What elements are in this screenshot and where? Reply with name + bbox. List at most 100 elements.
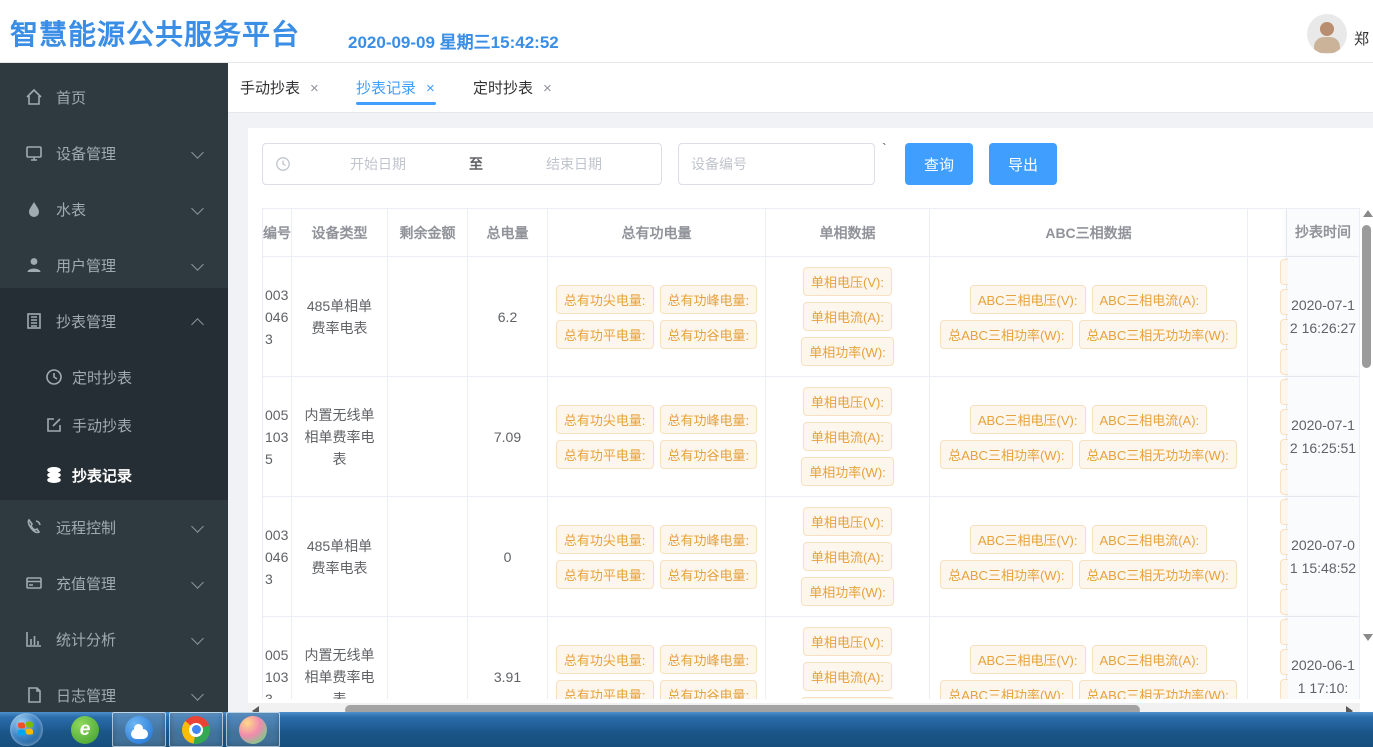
sidebar-item-label: 手动抄表 [72, 415, 132, 436]
export-button[interactable]: 导出 [989, 143, 1057, 185]
tag-single-current: 单相电流(A): [803, 302, 892, 331]
tag-abc-voltage: ABC三相电压(V): [970, 285, 1086, 314]
tag-abc-power: 总ABC三相功率(W): [940, 560, 1072, 589]
media-app-icon [239, 716, 267, 744]
sidebar-item-label: 抄表记录 [72, 465, 132, 486]
tag-abc-power: 总ABC三相功率(W): [940, 440, 1072, 469]
scroll-up-arrow-icon[interactable] [1363, 210, 1373, 217]
cell-balance [388, 377, 468, 496]
tag-abc-power: 总ABC三相功率(W): [940, 320, 1072, 349]
cell-read-time: 2020-06-11 17:10: [1289, 654, 1357, 700]
chevron-down-icon [191, 576, 204, 589]
sidebar-item-remote-control[interactable]: 远程控制 [0, 505, 228, 549]
taskbar-qq-browser[interactable] [112, 712, 166, 747]
col-header-balance: 剩余金额 [388, 209, 468, 256]
sidebar-item-meter-reading-mgmt[interactable]: 抄表管理 [0, 299, 228, 343]
hidden-column-tag-edges [1280, 257, 1288, 377]
sidebar-item-device-mgmt[interactable]: 设备管理 [0, 131, 228, 175]
header-datetime: 2020-09-09 星期三15:42:52 [348, 28, 559, 53]
tab-label: 抄表记录 [356, 80, 416, 97]
clock-icon [44, 367, 64, 387]
app-header: 智慧能源公共服务平台 2020-09-09 星期三15:42:52 郑 [0, 0, 1373, 63]
tag-energy-valley: 总有功谷电量: [660, 560, 758, 589]
sidebar-item-label: 首页 [56, 87, 86, 108]
user-name[interactable]: 郑 [1354, 28, 1373, 49]
table-row: 0051033 内置无线单相单费率电表 3.91 总有功尖电量: 总有功峰电量:… [262, 617, 1360, 699]
cell-device-id: 0030463 [263, 524, 291, 590]
meter-icon [24, 311, 44, 331]
tag-energy-peak: 总有功峰电量: [660, 405, 758, 434]
sidebar-item-label: 定时抄表 [72, 367, 132, 388]
taskbar-media-app[interactable] [226, 712, 280, 747]
sidebar-item-label: 统计分析 [56, 629, 116, 650]
tag-single-power: 单相功率(W): [801, 577, 894, 606]
tab-scheduled-reading[interactable]: 定时抄表 × [473, 77, 552, 98]
tab-manual-reading[interactable]: 手动抄表 × [240, 77, 319, 98]
start-date-input[interactable]: 开始日期 [291, 154, 465, 174]
tag-single-current: 单相电流(A): [803, 422, 892, 451]
end-date-input[interactable]: 结束日期 [487, 154, 661, 174]
tab-reading-records[interactable]: 抄表记录 × [356, 77, 435, 98]
sidebar-item-water-meter[interactable]: 水表 [0, 187, 228, 231]
tag-single-voltage: 单相电压(V): [803, 267, 892, 296]
tab-bar: 手动抄表 × 抄表记录 × 定时抄表 × [228, 62, 1373, 113]
tag-abc-power: 总ABC三相功率(W): [940, 680, 1072, 700]
card-icon [24, 573, 44, 593]
vertical-scrollbar[interactable] [1360, 208, 1373, 747]
sidebar-item-label: 设备管理 [56, 143, 116, 164]
database-icon [44, 465, 64, 485]
vertical-scrollbar-thumb[interactable] [1362, 225, 1371, 368]
windows-taskbar: e 15:42 2020-09-09 [0, 712, 1373, 747]
sidebar-item-scheduled-reading[interactable]: 定时抄表 [0, 355, 228, 399]
avatar-head [1320, 22, 1334, 36]
cell-total-energy: 0 [468, 497, 548, 616]
cell-device-type: 485单相单费率电表 [292, 497, 388, 616]
hidden-column-tag-edges [1280, 617, 1288, 699]
device-number-input[interactable] [678, 143, 875, 185]
sidebar-item-user-mgmt[interactable]: 用户管理 [0, 243, 228, 287]
tag-single-power: 单相功率(W): [801, 457, 894, 486]
close-icon[interactable]: × [426, 80, 435, 97]
tag-single-power: 单相功率(W): [801, 337, 894, 366]
col-header-type: 设备类型 [292, 209, 388, 256]
clock-icon [275, 156, 291, 172]
sidebar-item-recharge-mgmt[interactable]: 充值管理 [0, 561, 228, 605]
scroll-down-arrow-icon[interactable] [1363, 634, 1373, 641]
cell-read-time: 2020-07-12 16:25:51 [1289, 414, 1357, 460]
tab-label: 定时抄表 [473, 80, 533, 97]
chrome-icon [182, 716, 210, 744]
cell-balance [388, 497, 468, 616]
document-icon [24, 685, 44, 705]
monitor-icon [24, 143, 44, 163]
tag-abc-current: ABC三相电流(A): [1092, 405, 1208, 434]
readings-table: 编号 设备类型 剩余金额 总电量 总有功电量 单相数据 ABC三相数据 抄表时间… [262, 208, 1360, 699]
tag-energy-valley: 总有功谷电量: [660, 680, 758, 700]
sidebar-item-home[interactable]: 首页 [0, 75, 228, 119]
close-icon[interactable]: × [543, 80, 552, 97]
start-button[interactable] [10, 713, 43, 746]
tag-abc-current: ABC三相电流(A): [1092, 645, 1208, 674]
sidebar-item-reading-records[interactable]: 抄表记录 [0, 453, 228, 497]
cell-device-id: 0051033 [263, 644, 291, 700]
sidebar-item-log-mgmt[interactable]: 日志管理 [0, 673, 228, 717]
tag-single-power: 单相功率(W): [801, 697, 894, 699]
taskbar-360-browser[interactable]: e [58, 712, 112, 747]
date-range-picker[interactable]: 开始日期 至 结束日期 [262, 143, 662, 185]
tag-abc-current: ABC三相电流(A): [1092, 525, 1208, 554]
chevron-down-icon [191, 258, 204, 271]
tab-label: 手动抄表 [240, 80, 300, 97]
chevron-down-icon [191, 202, 204, 215]
query-button[interactable]: 查询 [905, 143, 973, 185]
taskbar-chrome[interactable] [169, 712, 223, 747]
cell-device-type: 485单相单费率电表 [292, 257, 388, 376]
cell-device-id: 0030463 [263, 284, 291, 350]
tag-energy-peak: 总有功峰电量: [660, 525, 758, 554]
close-icon[interactable]: × [310, 80, 319, 97]
sidebar-item-statistics[interactable]: 统计分析 [0, 617, 228, 661]
table-row: 0030463 485单相单费率电表 6.2 总有功尖电量: 总有功峰电量: 总… [262, 257, 1360, 377]
tag-abc-reactive-power: 总ABC三相无功功率(W): [1079, 320, 1237, 349]
sidebar-item-manual-reading[interactable]: 手动抄表 [0, 403, 228, 447]
sidebar-item-label: 远程控制 [56, 517, 116, 538]
avatar[interactable] [1307, 14, 1347, 54]
chevron-down-icon [191, 520, 204, 533]
